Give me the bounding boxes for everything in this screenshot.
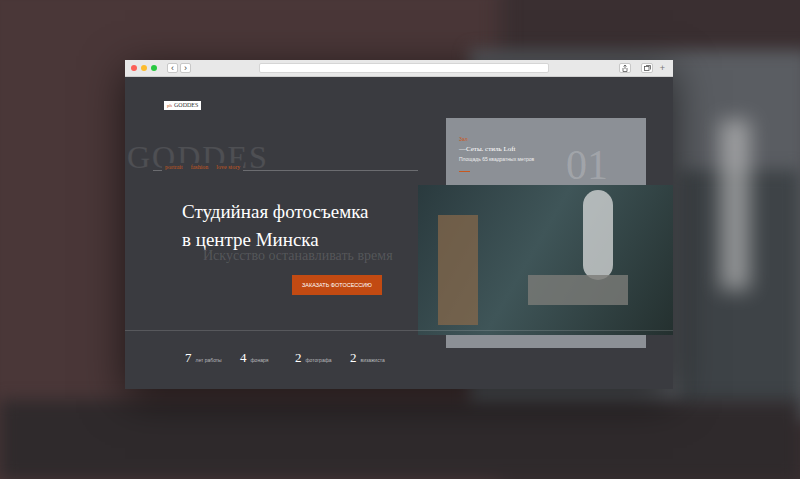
stat-value: 2 xyxy=(350,351,357,365)
feature-title: —Сеты. стиль Loft xyxy=(459,145,646,154)
zoom-icon[interactable] xyxy=(151,65,157,71)
stat-label: визажиста xyxy=(361,357,385,364)
stats: 7 лет работы 4 фонаря 2 фотографа 2 визажиста xyxy=(185,351,673,365)
title-bar: ‹ › + xyxy=(125,60,673,77)
stat-label: фотографа xyxy=(306,357,332,364)
tabs-icon[interactable] xyxy=(641,63,653,73)
stat-item: 2 фотографа xyxy=(295,351,350,365)
stat-item: 4 фонаря xyxy=(240,351,295,365)
nav-link[interactable]: portrait xyxy=(165,163,183,171)
cta-button[interactable]: ЗАКАЗАТЬ ФОТОСЕССИЮ xyxy=(292,275,382,295)
feature-accent xyxy=(459,171,470,172)
close-icon[interactable] xyxy=(131,65,137,71)
stat-item: 7 лет работы xyxy=(185,351,240,365)
nav: portrait fashion love story xyxy=(162,163,243,171)
stat-value: 7 xyxy=(185,351,192,365)
studio-photo xyxy=(418,185,673,335)
stat-item: 2 визажиста xyxy=(350,351,405,365)
minimize-icon[interactable] xyxy=(141,65,147,71)
back-button[interactable]: ‹ xyxy=(167,63,178,73)
browser-window: ‹ › + GODDES 01 Зал —Сеты. стиль Loft Пл… xyxy=(125,60,673,389)
feature-detail: Площадь 65 квадратных метров xyxy=(459,156,646,163)
new-tab-button[interactable]: + xyxy=(658,63,667,73)
logo[interactable]: ph GODDES xyxy=(164,101,201,110)
feature-kicker: Зал xyxy=(459,136,646,143)
footer-line xyxy=(125,330,673,331)
share-icon[interactable] xyxy=(619,63,631,73)
headline: Студийная фотосъемка xyxy=(182,198,673,226)
nav-link[interactable]: fashion xyxy=(191,163,209,171)
tagline: Искусство останавливать время xyxy=(203,248,673,264)
forward-button[interactable]: › xyxy=(180,63,191,73)
stat-value: 2 xyxy=(295,351,302,365)
stat-label: фонаря xyxy=(251,357,269,364)
address-bar[interactable] xyxy=(259,63,549,73)
stat-label: лет работы xyxy=(196,357,222,364)
feature-number: 01 xyxy=(566,144,608,186)
stat-value: 4 xyxy=(240,351,247,365)
site-page: GODDES 01 Зал —Сеты. стиль Loft Площадь … xyxy=(125,77,673,389)
nav-link[interactable]: love story xyxy=(216,163,240,171)
